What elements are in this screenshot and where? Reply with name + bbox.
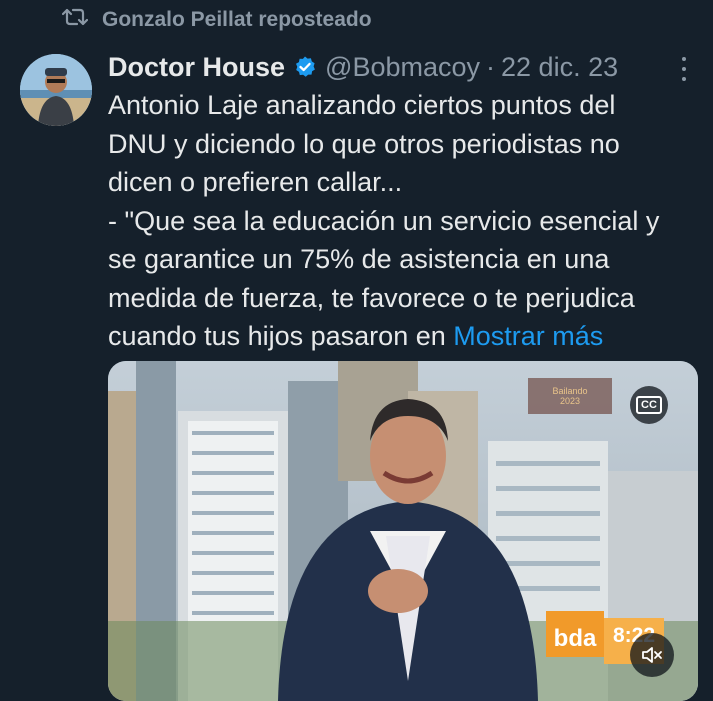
channel-logo: bda	[546, 611, 604, 657]
header-separator: ·	[486, 51, 496, 82]
captions-button[interactable]: CC	[630, 386, 668, 424]
channel-logo-text: bda	[553, 625, 597, 652]
bailando-overlay: Bailando 2023	[528, 378, 612, 414]
verified-badge-icon	[296, 56, 315, 77]
tweet-text-line: - "Que sea la educación un servicio esen…	[108, 205, 660, 236]
tweet-text: Antonio Laje analizando ciertos puntos d…	[108, 86, 698, 356]
tweet-text-line: dicen o prefieren callar...	[108, 167, 403, 197]
mute-button[interactable]	[630, 633, 674, 677]
tweet-text-line: Antonio Laje analizando ciertos puntos d…	[108, 90, 616, 120]
repost-indicator[interactable]: Gonzalo Peillat reposteado	[61, 6, 372, 34]
author-handle[interactable]: @Bobmacoy	[325, 52, 480, 83]
tweet-date[interactable]: 22 dic. 23	[501, 52, 618, 83]
tweet-text-line: medida de fuerza, te favorece o te perju…	[108, 282, 635, 313]
tweet-text-line: DNU y diciendo lo que otros periodistas …	[108, 128, 620, 159]
repost-icon	[61, 6, 89, 34]
tweet-text-line: cuando tus hijos pasaron en	[108, 321, 454, 351]
captions-label: CC	[636, 396, 662, 414]
avatar[interactable]	[20, 54, 92, 126]
tweet-header: Doctor House @Bobmacoy · 22 dic. 23	[108, 50, 693, 84]
author-name[interactable]: Doctor House	[108, 52, 285, 83]
video-player[interactable]: Bailando 2023 CC bda 8:22	[108, 361, 698, 701]
volume-muted-icon	[642, 647, 662, 663]
more-options-icon[interactable]	[679, 57, 689, 81]
bailando-overlay-line: 2023	[559, 396, 581, 406]
bailando-overlay-line: Bailando	[552, 386, 588, 396]
tweet-text-line: se garantice un 75% de asistencia en una	[108, 244, 610, 274]
tweet-text-last-line: cuando tus hijos pasaron en Mostrar más	[108, 317, 698, 356]
show-more-link[interactable]: Mostrar más	[453, 321, 603, 351]
repost-label: Gonzalo Peillat reposteado	[102, 8, 372, 31]
